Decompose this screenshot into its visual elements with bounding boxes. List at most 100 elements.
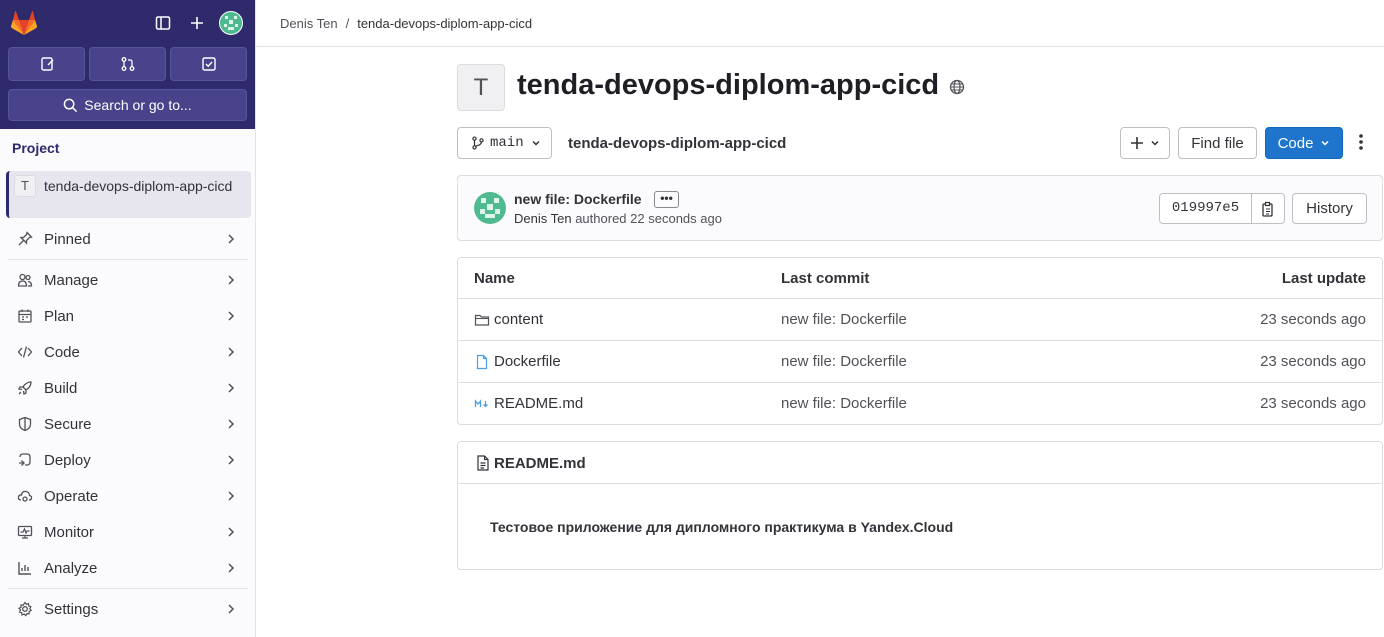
chevron-right-icon: [226, 418, 238, 430]
sidebar-item-label: Code: [44, 343, 80, 361]
markdown-icon: [474, 398, 488, 407]
breadcrumb-separator: /: [345, 16, 350, 31]
copy-sha-button[interactable]: [1251, 193, 1285, 224]
sidebar-item-label: Build: [44, 379, 78, 397]
sidebar-item-plan[interactable]: Plan: [8, 298, 248, 334]
todos-button[interactable]: [170, 47, 247, 81]
commit-expand-button[interactable]: •••: [654, 191, 679, 208]
rocket-icon: [16, 379, 34, 397]
last-commit-panel: new file: Dockerfile ••• Denis Ten autho…: [457, 175, 1383, 241]
file-tree-table: Name Last commit Last update content new…: [457, 257, 1383, 425]
sidebar-item-monitor[interactable]: Monitor: [8, 514, 248, 550]
user-avatar[interactable]: [219, 11, 243, 35]
column-header-last-update: Last update: [1281, 270, 1366, 287]
branch-name: main: [490, 135, 524, 151]
monitor-icon: [16, 523, 34, 541]
sidebar-item-analyze[interactable]: Analyze: [8, 550, 248, 586]
code-icon: [16, 343, 34, 361]
file-last-commit[interactable]: new file: Dockerfile: [781, 353, 907, 370]
copy-icon: [1262, 201, 1273, 217]
sidebar-toggle-icon[interactable]: [152, 12, 174, 34]
breadcrumb-project[interactable]: tenda-devops-diplom-app-cicd: [357, 16, 532, 31]
file-name-cell[interactable]: README.md: [474, 395, 583, 412]
create-new-icon[interactable]: [186, 12, 208, 34]
folder-icon: [474, 314, 490, 326]
find-file-button[interactable]: Find file: [1178, 127, 1257, 159]
sidebar-header: Search or go to...: [0, 0, 255, 129]
file-name-cell[interactable]: Dockerfile: [474, 353, 561, 370]
project-avatar: T: [14, 175, 36, 197]
code-dropdown-button[interactable]: Code: [1265, 127, 1343, 159]
sidebar-item-manage[interactable]: Manage: [8, 262, 248, 298]
file-name[interactable]: Dockerfile: [494, 353, 561, 370]
table-row[interactable]: Dockerfile new file: Dockerfile 23 secon…: [458, 341, 1382, 383]
branch-selector[interactable]: main: [457, 127, 552, 159]
chevron-right-icon: [226, 346, 238, 358]
file-last-commit[interactable]: new file: Dockerfile: [781, 395, 907, 412]
sidebar-item-label: Manage: [44, 271, 99, 289]
commit-time: 22 seconds ago: [630, 211, 722, 226]
column-header-last-commit: Last commit: [781, 270, 870, 287]
pin-icon: [16, 230, 34, 248]
chevron-right-icon: [226, 382, 238, 394]
chevron-right-icon: [226, 490, 238, 502]
sidebar-item-settings[interactable]: Settings: [8, 591, 248, 627]
document-icon: [476, 455, 490, 471]
file-name[interactable]: README.md: [494, 395, 583, 412]
deploy-icon: [16, 451, 34, 469]
sidebar-item-deploy[interactable]: Deploy: [8, 442, 248, 478]
file-name-cell[interactable]: content: [474, 311, 543, 328]
gitlab-logo-icon[interactable]: [10, 10, 38, 36]
sidebar-item-operate[interactable]: Operate: [8, 478, 248, 514]
chevron-right-icon: [226, 526, 238, 538]
sidebar: Search or go to... Project T tenda-devop…: [0, 0, 256, 637]
file-name[interactable]: content: [494, 311, 543, 328]
readme-title[interactable]: README.md: [494, 455, 586, 472]
header-divider: [256, 46, 1384, 47]
sidebar-item-pinned[interactable]: Pinned: [8, 221, 248, 257]
chart-icon: [16, 559, 34, 577]
chevron-down-icon: [532, 140, 540, 146]
repository-path[interactable]: tenda-devops-diplom-app-cicd: [568, 135, 786, 152]
merge-requests-button[interactable]: [89, 47, 166, 81]
globe-icon[interactable]: [949, 79, 965, 95]
gear-icon: [16, 600, 34, 618]
commit-sha[interactable]: 019997e5: [1159, 193, 1252, 224]
sidebar-item-label: Secure: [44, 415, 92, 433]
table-header-row: Name Last commit Last update: [458, 258, 1382, 299]
history-button[interactable]: History: [1292, 193, 1367, 224]
section-label: Project: [12, 140, 60, 156]
chevron-down-icon: [1321, 140, 1329, 146]
more-actions-icon[interactable]: [1359, 133, 1363, 151]
readme-content: Тестовое приложение для дипломного практ…: [490, 519, 954, 535]
search-button[interactable]: Search or go to...: [8, 89, 247, 121]
table-row[interactable]: README.md new file: Dockerfile 23 second…: [458, 383, 1382, 425]
file-last-commit[interactable]: new file: Dockerfile: [781, 311, 907, 328]
sidebar-project-name: tenda-devops-diplom-app-cicd: [44, 178, 233, 194]
search-icon: [63, 98, 78, 112]
file-last-update: 23 seconds ago: [1260, 353, 1366, 370]
commit-author[interactable]: Denis Ten: [514, 211, 572, 226]
file-last-update: 23 seconds ago: [1260, 395, 1366, 412]
project-avatar: T: [457, 64, 505, 111]
chevron-right-icon: [226, 562, 238, 574]
commit-title[interactable]: new file: Dockerfile: [514, 191, 642, 207]
add-dropdown-button[interactable]: [1120, 127, 1170, 159]
chevron-right-icon: [226, 454, 238, 466]
sidebar-item-label: Plan: [44, 307, 75, 325]
breadcrumb-owner[interactable]: Denis Ten: [280, 16, 338, 31]
plus-icon: [1131, 137, 1143, 149]
divider: [8, 259, 248, 260]
commit-author-avatar[interactable]: [474, 192, 506, 224]
sidebar-item-secure[interactable]: Secure: [8, 406, 248, 442]
issues-button[interactable]: [8, 47, 85, 81]
table-row[interactable]: content new file: Dockerfile 23 seconds …: [458, 299, 1382, 341]
sidebar-item-code[interactable]: Code: [8, 334, 248, 370]
sidebar-item-build[interactable]: Build: [8, 370, 248, 406]
column-header-name: Name: [474, 270, 515, 287]
sidebar-item-label: Deploy: [44, 451, 91, 469]
calendar-icon: [16, 307, 34, 325]
todo-icon: [201, 57, 216, 71]
sidebar-project-item[interactable]: T tenda-devops-diplom-app-cicd: [6, 171, 251, 218]
divider: [8, 588, 248, 589]
